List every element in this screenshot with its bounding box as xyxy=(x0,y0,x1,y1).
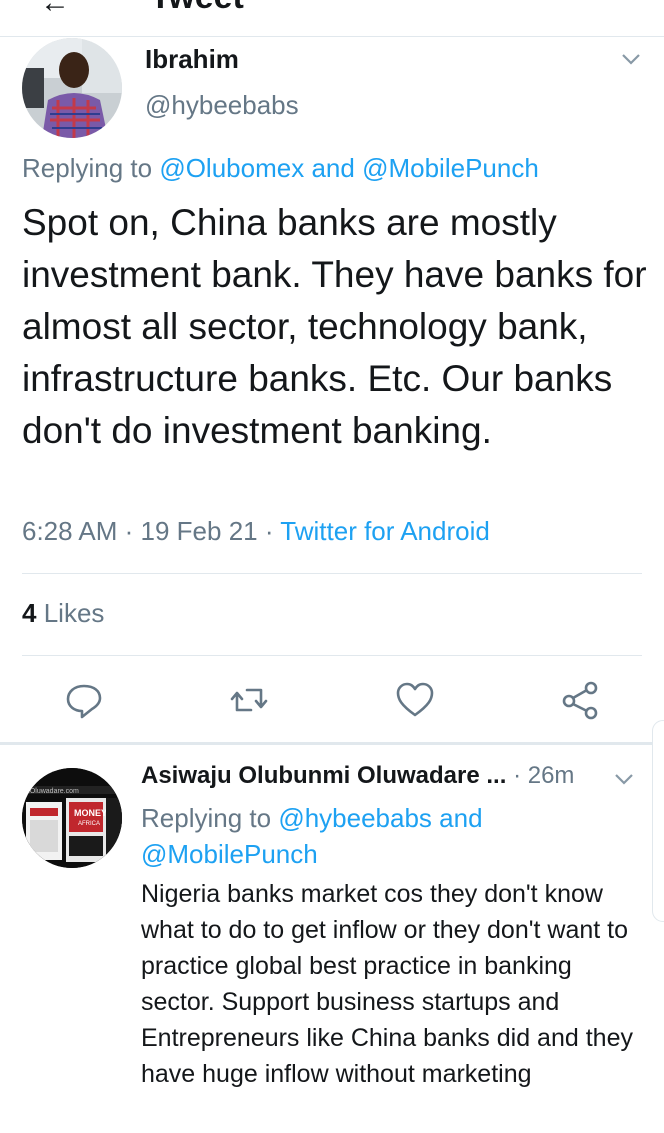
section-divider xyxy=(0,742,664,745)
replying-prefix: Replying to xyxy=(22,153,153,183)
mention-link[interactable]: @MobilePunch xyxy=(362,153,539,183)
replying-and: and xyxy=(311,153,355,183)
tweet-time: 6:28 AM xyxy=(22,516,118,546)
tweet-source-link[interactable]: Twitter for Android xyxy=(280,516,490,546)
avatar[interactable]: mOluwadare.com MONEY AFRICA xyxy=(22,768,122,868)
likes-label: Likes xyxy=(43,598,105,628)
reply-icon[interactable] xyxy=(64,680,104,720)
header-title: Tweet xyxy=(150,0,244,17)
reply-header: Asiwaju Olubunmi Oluwadare ... · 26m xyxy=(141,762,575,789)
author-name[interactable]: Ibrahim xyxy=(145,44,239,75)
avatar-book-site: mOluwadare.com xyxy=(24,788,79,795)
divider xyxy=(22,655,642,656)
likes-number: 4 xyxy=(22,598,37,628)
avatar-book-title: MONEY xyxy=(74,808,107,818)
back-arrow-icon[interactable]: ← xyxy=(40,0,70,20)
share-icon[interactable] xyxy=(560,680,600,720)
like-icon[interactable] xyxy=(395,680,435,720)
replying-to: Replying to @hybeebabs and @MobilePunch xyxy=(141,800,561,872)
divider xyxy=(22,573,642,574)
reply-text: Nigeria banks market cos they don't know… xyxy=(141,880,633,1088)
avatar-book-subtitle: AFRICA xyxy=(78,821,100,827)
top-header: ← Tweet xyxy=(0,0,664,37)
likes-count[interactable]: 4 Likes xyxy=(22,598,104,629)
scroll-handle[interactable] xyxy=(652,720,664,922)
chevron-down-icon[interactable] xyxy=(613,768,635,790)
tweet-text: Spot on, China banks are mostly investme… xyxy=(22,202,647,451)
tweet-meta: 6:28 AM · 19 Feb 21 · Twitter for Androi… xyxy=(22,516,490,546)
reply-author-name[interactable]: Asiwaju Olubunmi Oluwadare ... xyxy=(141,762,506,789)
retweet-icon[interactable] xyxy=(229,680,269,720)
author-handle[interactable]: @hybeebabs xyxy=(145,90,299,121)
chevron-down-icon[interactable] xyxy=(620,48,642,70)
replying-to: Replying to @Olubomex and @MobilePunch xyxy=(22,153,539,184)
mention-link[interactable]: @MobilePunch xyxy=(141,839,318,869)
mention-link[interactable]: @hybeebabs xyxy=(278,803,432,833)
reply-time: 26m xyxy=(527,762,575,789)
replying-and: and xyxy=(439,803,483,833)
replying-prefix: Replying to xyxy=(141,803,272,833)
mention-link[interactable]: @Olubomex xyxy=(159,153,304,183)
avatar[interactable] xyxy=(22,38,122,138)
tweet-date: 19 Feb 21 xyxy=(140,516,258,546)
